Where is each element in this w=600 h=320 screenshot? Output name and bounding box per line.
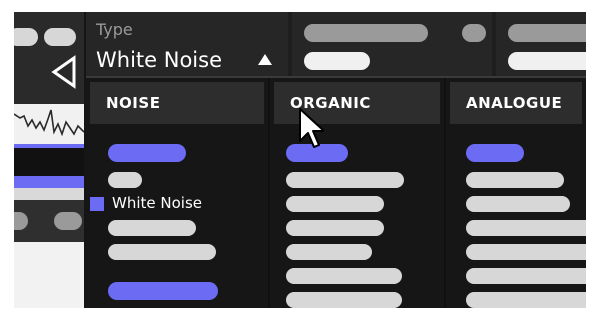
list-item[interactable] — [466, 220, 586, 236]
placeholder-pill — [508, 24, 586, 42]
list-item[interactable] — [108, 172, 142, 188]
mouse-pointer-icon — [299, 108, 324, 148]
play-back-icon[interactable] — [50, 54, 80, 90]
list-item[interactable] — [466, 268, 586, 284]
list-item[interactable] — [286, 292, 402, 308]
column-analogue: ANALOGUE — [446, 78, 586, 308]
left-device-strip — [14, 12, 84, 308]
list-item-white-noise[interactable]: White Noise — [112, 194, 202, 212]
left-lower-panel — [14, 200, 84, 242]
column-organic: ORGANIC — [270, 78, 444, 308]
column-header-noise: NOISE — [90, 82, 264, 124]
list-item[interactable] — [466, 244, 586, 260]
list-item[interactable] — [108, 220, 196, 236]
placeholder-pill — [14, 212, 28, 230]
list-item[interactable] — [466, 292, 586, 308]
header-panel-2 — [292, 12, 492, 76]
waveform — [14, 109, 84, 188]
list-item[interactable] — [466, 196, 570, 212]
list-item[interactable] — [108, 144, 186, 162]
placeholder-pill — [304, 24, 428, 42]
placeholder-pill — [462, 24, 486, 42]
header-bar: Type White Noise — [86, 12, 586, 76]
triangle-up-icon[interactable] — [258, 54, 272, 65]
header-panel-3 — [496, 12, 586, 76]
placeholder-pill — [54, 212, 82, 230]
placeholder-pill — [508, 52, 586, 70]
list-item[interactable] — [286, 196, 384, 212]
left-top-panel — [14, 12, 84, 104]
list-item[interactable] — [286, 244, 372, 260]
left-divider — [14, 188, 84, 200]
list-item[interactable] — [466, 172, 564, 188]
list-item[interactable] — [108, 244, 216, 260]
selected-indicator — [90, 197, 104, 211]
device-ui: Type White Noise NOISE White Noise ORGAN… — [14, 12, 586, 308]
type-value[interactable]: White Noise — [96, 48, 222, 72]
list-item[interactable] — [286, 172, 404, 188]
placeholder-pill — [304, 52, 370, 70]
list-item[interactable] — [286, 268, 402, 284]
list-item[interactable] — [108, 282, 218, 300]
left-bottom-area — [14, 242, 84, 308]
column-header-analogue: ANALOGUE — [450, 82, 582, 124]
placeholder-pill — [44, 28, 76, 46]
placeholder-pill — [14, 28, 38, 46]
list-item[interactable] — [466, 144, 524, 162]
waveform-display — [14, 104, 84, 188]
column-noise: NOISE White Noise — [86, 78, 268, 308]
list-item[interactable] — [286, 220, 384, 236]
type-selector[interactable]: Type White Noise — [86, 12, 288, 76]
type-dropdown-menu: NOISE White Noise ORGANIC ANALOGUE — [86, 76, 586, 308]
type-label: Type — [96, 20, 133, 39]
